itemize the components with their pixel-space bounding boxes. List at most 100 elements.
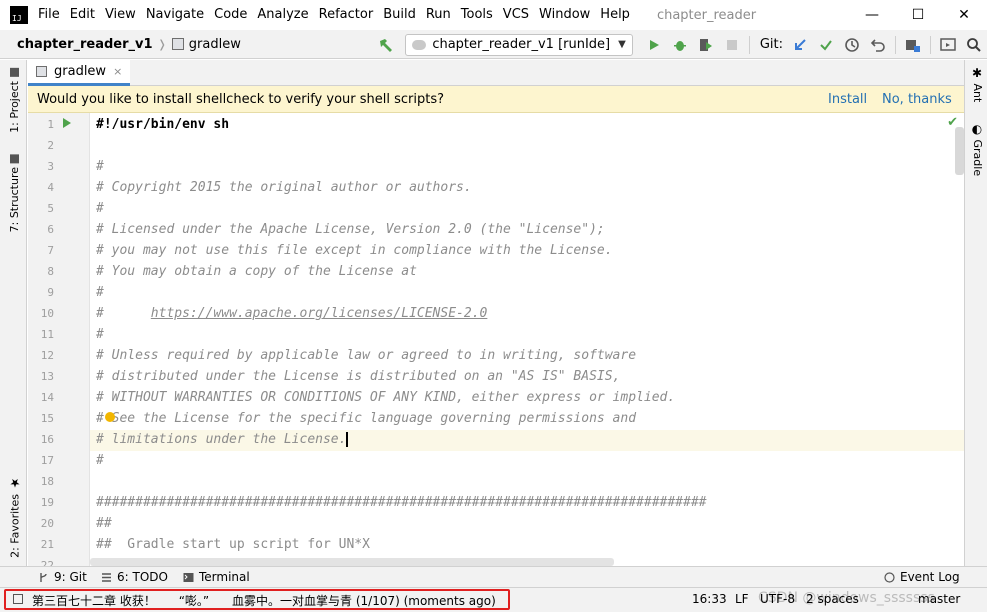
project-structure-icon[interactable]: [902, 34, 924, 56]
star-icon: ★: [8, 476, 22, 490]
code-editor[interactable]: 1 2 3 4 5 6 7 8 9 10 11 12 13 14 15 16 17 18 19 20 21 22 #!/u…: [28, 113, 964, 566]
main-toolbar: chapter_reader_v1 [runIde] ▼ Git:: [373, 30, 987, 59]
tab-gradlew[interactable]: gradlew ×: [28, 60, 131, 86]
git-commit-check-icon[interactable]: [815, 34, 837, 56]
license-url-link[interactable]: https://www.apache.org/licenses/LICENSE-…: [151, 306, 488, 321]
terminal-icon: [183, 572, 194, 582]
window-controls: — ☐ ✕: [849, 0, 987, 30]
code-line: #: [96, 156, 104, 177]
line-number: 20: [40, 517, 54, 530]
breadcrumb-project[interactable]: chapter_reader_v1: [17, 37, 153, 52]
terminal-tool-window-button[interactable]: Terminal: [183, 570, 250, 584]
git-tool-window-button[interactable]: 9: Git: [38, 570, 87, 584]
comment-text: # you may not use this file except in co…: [96, 243, 613, 258]
comment-text: #: [96, 285, 104, 300]
ant-tab-label: Ant: [971, 83, 984, 103]
code-line: #: [96, 450, 104, 471]
favorites-tool-tab[interactable]: 2: Favorites ★: [8, 476, 22, 558]
menu-vcs[interactable]: VCS: [498, 0, 534, 30]
maximize-button[interactable]: ☐: [895, 0, 941, 30]
menu-help[interactable]: Help: [595, 0, 635, 30]
menu-tools[interactable]: Tools: [456, 0, 498, 30]
terminal-tool-label: Terminal: [199, 570, 250, 584]
presentation-mode-icon[interactable]: [937, 34, 959, 56]
debug-bug-icon[interactable]: [669, 34, 691, 56]
structure-tool-tab[interactable]: 7: Structure: [8, 154, 21, 232]
stop-icon[interactable]: [721, 34, 743, 56]
install-link[interactable]: Install: [828, 92, 867, 107]
gradle-elephant-icon: [412, 39, 427, 50]
ant-icon: ✱: [970, 66, 984, 80]
menu-window[interactable]: Window: [534, 0, 595, 30]
code-line: ##: [96, 513, 112, 534]
menu-run[interactable]: Run: [421, 0, 456, 30]
git-update-arrow-icon[interactable]: [789, 34, 811, 56]
project-tool-tab[interactable]: 1: Project: [8, 68, 21, 133]
comment-text: #: [96, 327, 104, 342]
line-separator[interactable]: LF: [735, 592, 749, 606]
minimize-button[interactable]: —: [849, 0, 895, 30]
toggle-tool-windows-icon[interactable]: [13, 594, 23, 604]
caret-position[interactable]: 16:33: [692, 592, 727, 606]
line-number: 17: [40, 454, 54, 467]
rollback-icon[interactable]: [867, 34, 889, 56]
git-tool-label: 9: Git: [54, 570, 87, 584]
status-message[interactable]: 第三百七十二章 收获！ “嘭。” 血雾中。一对血掌与青 (1/107) (mom…: [32, 592, 496, 609]
horizontal-scrollbar[interactable]: [90, 558, 614, 566]
menu-navigate[interactable]: Navigate: [141, 0, 209, 30]
line-number: 5: [47, 202, 54, 215]
structure-tab-label: 7: Structure: [8, 167, 21, 233]
event-log-label: Event Log: [900, 570, 960, 584]
search-icon[interactable]: [963, 34, 985, 56]
close-tab-icon[interactable]: ×: [113, 65, 122, 78]
ant-tool-tab[interactable]: ✱ Ant: [970, 66, 984, 102]
vertical-scrollbar[interactable]: [955, 127, 964, 175]
build-hammer-icon[interactable]: [375, 34, 397, 56]
line-number: 11: [40, 328, 54, 341]
line-number: 10: [40, 307, 54, 320]
shellcheck-banner: Would you like to install shellcheck to …: [28, 86, 964, 113]
line-number: 3: [47, 160, 54, 173]
todo-tool-window-button[interactable]: 6: TODO: [101, 570, 168, 584]
line-number: 19: [40, 496, 54, 509]
intention-bulb-icon[interactable]: [105, 412, 115, 422]
run-icon[interactable]: [643, 34, 665, 56]
menu-build[interactable]: Build: [378, 0, 421, 30]
tool-window-bar: 9: Git 6: TODO Terminal Event Log: [0, 566, 987, 587]
line-number: 13: [40, 370, 54, 383]
git-branch[interactable]: master: [918, 592, 960, 606]
code-line: # Copyright 2015 the original author or …: [96, 177, 472, 198]
line-number: 9: [47, 286, 54, 299]
shebang-line: #!/usr/bin/env sh: [96, 117, 230, 132]
breadcrumb-file[interactable]: gradlew: [189, 37, 241, 52]
comment-text: # distributed under the License is distr…: [96, 369, 621, 384]
event-log-button[interactable]: Event Log: [884, 570, 960, 584]
run-with-coverage-icon[interactable]: [695, 34, 717, 56]
line-number: 16: [40, 433, 54, 446]
comment-text: ########################################…: [96, 495, 707, 510]
run-gutter-icon[interactable]: [63, 118, 71, 128]
close-button[interactable]: ✕: [941, 0, 987, 30]
gradle-tool-tab[interactable]: ◐ Gradle: [970, 122, 984, 176]
run-configuration-select[interactable]: chapter_reader_v1 [runIde] ▼: [405, 33, 633, 56]
menu-refactor[interactable]: Refactor: [314, 0, 379, 30]
git-history-clock-icon[interactable]: [841, 34, 863, 56]
menu-file[interactable]: File: [33, 0, 65, 30]
menu-edit[interactable]: Edit: [65, 0, 100, 30]
file-encoding[interactable]: UTF-8: [760, 592, 795, 606]
git-branch-icon: [40, 572, 47, 582]
toolbar-separator: [748, 35, 750, 54]
menu-analyze[interactable]: Analyze: [252, 0, 313, 30]
comment-text: # WITHOUT WARRANTIES OR CONDITIONS OF AN…: [96, 390, 676, 405]
comment-text: #: [96, 201, 104, 216]
indent-setting[interactable]: 2 spaces: [806, 592, 859, 606]
run-configuration-label: chapter_reader_v1 [runIde]: [432, 37, 611, 52]
todo-tool-label: 6: TODO: [117, 570, 168, 584]
no-thanks-link[interactable]: No, thanks: [882, 92, 952, 107]
menu-view[interactable]: View: [100, 0, 141, 30]
text-caret: [346, 432, 349, 447]
line-number: 22: [40, 559, 54, 566]
line-number: 2: [47, 139, 54, 152]
menu-code[interactable]: Code: [209, 0, 252, 30]
chevron-down-icon: ▼: [618, 39, 626, 50]
